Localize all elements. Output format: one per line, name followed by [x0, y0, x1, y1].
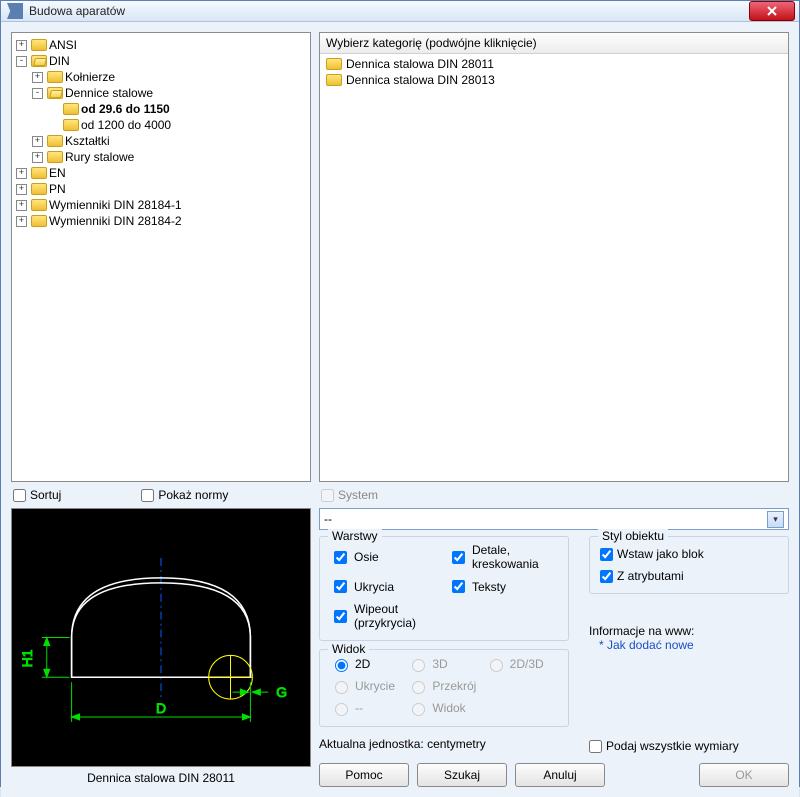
cancel-button[interactable]: Anuluj	[515, 763, 605, 787]
layer-hides-checkbox[interactable]: Ukrycia	[330, 577, 440, 596]
list-item[interactable]: Dennica stalowa DIN 28011	[324, 56, 784, 72]
expand-icon[interactable]: +	[16, 216, 27, 227]
layer-wipeout-checkbox[interactable]: Wipeout (przykrycia)	[330, 602, 440, 630]
tree-item[interactable]: + EN	[16, 165, 308, 181]
expand-icon[interactable]: +	[32, 72, 43, 83]
all-dims-checkbox[interactable]: Podaj wszystkie wymiary	[589, 739, 789, 753]
chevron-down-icon: ▾	[767, 511, 784, 528]
view-2d-radio[interactable]: 2D	[330, 656, 403, 672]
tree-label: Dennice stalowe	[65, 86, 153, 100]
view-section-radio[interactable]: Przekrój	[407, 678, 480, 694]
tree-item[interactable]: od 29.6 do 1150	[48, 101, 308, 117]
view-fieldset: Widok 2D 3D 2D/3D Ukrycie Przekrój -- Wi…	[319, 649, 569, 727]
sort-checkbox[interactable]: Sortuj	[13, 488, 61, 502]
tree-item[interactable]: + Wymienniki DIN 28184-1	[16, 197, 308, 213]
list-header: Wybierz kategorię (podwójne kliknięcie)	[320, 33, 788, 54]
tree-spacer	[48, 120, 59, 131]
folder-icon	[31, 55, 47, 67]
view-widok-radio[interactable]: Widok	[407, 700, 480, 716]
folder-icon	[47, 87, 63, 99]
tree-label: DIN	[49, 54, 70, 68]
category-list-panel: Wybierz kategorię (podwójne kliknięcie) …	[319, 32, 789, 482]
tree-item[interactable]: + Rury stalowe	[32, 149, 308, 165]
folder-icon	[47, 71, 63, 83]
view-3d-radio[interactable]: 3D	[407, 656, 480, 672]
tree-item[interactable]: - DIN	[16, 53, 308, 69]
tree-item[interactable]: + Kołnierze	[32, 69, 308, 85]
app-icon	[7, 3, 23, 19]
list-item-label: Dennica stalowa DIN 28013	[346, 73, 495, 87]
expand-icon[interactable]: +	[16, 168, 27, 179]
tree-label: EN	[49, 166, 66, 180]
view-2d3d-radio[interactable]: 2D/3D	[485, 656, 558, 672]
folder-icon	[31, 39, 47, 51]
collapse-icon[interactable]: -	[16, 56, 27, 67]
system-checkbox[interactable]: System	[321, 488, 787, 502]
folder-icon	[31, 215, 47, 227]
layer-texts-checkbox[interactable]: Teksty	[448, 577, 558, 596]
view-hide-radio[interactable]: Ukrycie	[330, 678, 403, 694]
folder-icon	[326, 58, 342, 70]
folder-icon	[47, 135, 63, 147]
info-link[interactable]: * Jak dodać nowe	[589, 638, 789, 652]
tree-label: Rury stalowe	[65, 150, 134, 164]
tree-label: od 29.6 do 1150	[81, 102, 170, 116]
variant-dropdown[interactable]: -- ▾	[319, 508, 789, 530]
info-label: Informacje na www:	[589, 624, 789, 638]
show-norms-checkbox[interactable]: Pokaż normy	[141, 488, 228, 502]
tree-item[interactable]: + ANSI	[16, 37, 308, 53]
ok-button[interactable]: OK	[699, 763, 789, 787]
window-title: Budowa aparatów	[29, 4, 749, 18]
svg-text:G: G	[276, 684, 287, 700]
expand-icon[interactable]: +	[16, 200, 27, 211]
expand-icon[interactable]: +	[32, 136, 43, 147]
list-body[interactable]: Dennica stalowa DIN 28011 Dennica stalowa…	[320, 54, 788, 481]
folder-icon	[31, 183, 47, 195]
tree-label: Kołnierze	[65, 70, 115, 84]
category-tree[interactable]: + ANSI - DIN + Kołnierze - Dennice stalowe od 29…	[11, 32, 311, 482]
close-button[interactable]	[749, 1, 795, 21]
help-button[interactable]: Pomoc	[319, 763, 409, 787]
collapse-icon[interactable]: -	[32, 88, 43, 99]
list-item[interactable]: Dennica stalowa DIN 28013	[324, 72, 784, 88]
layer-axes-checkbox[interactable]: Osie	[330, 543, 440, 571]
insert-block-checkbox[interactable]: Wstaw jako blok	[600, 547, 778, 561]
unit-label: Aktualna jednostka: centymetry	[319, 735, 569, 753]
folder-icon	[63, 103, 79, 115]
tree-item[interactable]: od 1200 do 4000	[48, 117, 308, 133]
tree-spacer	[48, 104, 59, 115]
tree-label: Wymienniki DIN 28184-1	[49, 198, 182, 212]
folder-icon	[31, 167, 47, 179]
layer-details-checkbox[interactable]: Detale, kreskowania	[448, 543, 558, 571]
tree-label: Wymienniki DIN 28184-2	[49, 214, 182, 228]
expand-icon[interactable]: +	[16, 40, 27, 51]
tree-label: Kształtki	[65, 134, 110, 148]
search-button[interactable]: Szukaj	[417, 763, 507, 787]
expand-icon[interactable]: +	[32, 152, 43, 163]
preview-canvas: H1 D G	[11, 508, 311, 767]
tree-item[interactable]: + Wymienniki DIN 28184-2	[16, 213, 308, 229]
close-icon	[766, 6, 778, 16]
layers-fieldset: Warstwy Osie Detale, kreskowania Ukrycia…	[319, 536, 569, 641]
tree-item[interactable]: - Dennice stalowe	[32, 85, 308, 101]
expand-icon[interactable]: +	[16, 184, 27, 195]
tree-label: od 1200 do 4000	[81, 118, 171, 132]
folder-icon	[326, 74, 342, 86]
tree-item[interactable]: + PN	[16, 181, 308, 197]
style-fieldset: Styl obiektu Wstaw jako blok Z atrybutam…	[589, 536, 789, 594]
folder-icon	[31, 199, 47, 211]
preview-caption: Dennica stalowa DIN 28011	[11, 769, 311, 787]
view-dash-radio[interactable]: --	[330, 700, 403, 716]
tree-label: PN	[49, 182, 66, 196]
tree-item[interactable]: + Kształtki	[32, 133, 308, 149]
folder-icon	[47, 151, 63, 163]
svg-text:H1: H1	[19, 649, 35, 667]
folder-icon	[63, 119, 79, 131]
with-attrs-checkbox[interactable]: Z atrybutami	[600, 569, 778, 583]
list-item-label: Dennica stalowa DIN 28011	[346, 57, 494, 71]
tree-label: ANSI	[49, 38, 77, 52]
svg-text:D: D	[156, 700, 166, 716]
